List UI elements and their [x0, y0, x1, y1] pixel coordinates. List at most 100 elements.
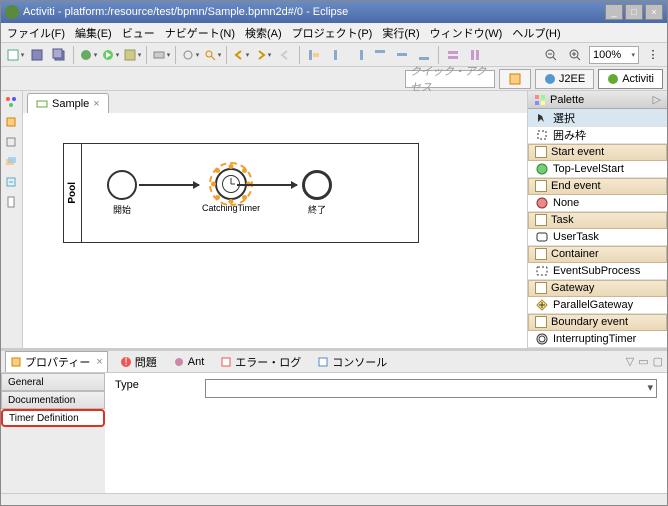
maximize-view-icon[interactable]: ▢: [653, 355, 663, 368]
palette-event-subprocess[interactable]: EventSubProcess: [528, 263, 667, 280]
bottom-pane: プロパティー× !問題 Ant エラー・ログ コンソール ▽ ▭ ▢ Gener…: [1, 348, 667, 493]
align-left-button[interactable]: [304, 45, 324, 65]
sequence-flow-1[interactable]: [139, 184, 199, 186]
tool-select-icon[interactable]: [4, 95, 20, 111]
maximize-button[interactable]: □: [625, 4, 643, 20]
palette-cat-start[interactable]: Start event: [528, 144, 667, 161]
minimize-button[interactable]: _: [605, 4, 623, 20]
close-button[interactable]: ×: [645, 4, 663, 20]
menu-project[interactable]: プロジェクト(P): [292, 25, 373, 41]
zoom-in-button[interactable]: [565, 45, 585, 65]
palette-cat-gateway[interactable]: Gateway: [528, 280, 667, 297]
palette-select-tool[interactable]: 選択: [528, 109, 667, 126]
tool-navigator-icon[interactable]: [4, 175, 20, 191]
toolbar: ▾ ▾ ▾ ▾ ▾ ▾ ▾ ▾ ▾ 100%▾ ⋮: [1, 43, 667, 67]
palette-user-task[interactable]: UserTask: [528, 229, 667, 246]
nav-last-button[interactable]: [275, 45, 295, 65]
editor-area: Sample × Pool 開始: [23, 91, 527, 348]
palette-cat-container[interactable]: Container: [528, 246, 667, 263]
tool-outline-icon[interactable]: [4, 135, 20, 151]
perspective-activiti[interactable]: Activiti: [598, 69, 663, 89]
bpmn-pool[interactable]: Pool 開始: [63, 143, 419, 243]
menu-edit[interactable]: 編集(E): [75, 25, 112, 41]
tab-errorlog[interactable]: エラー・ログ: [216, 352, 305, 372]
property-tab-general[interactable]: General: [1, 373, 105, 391]
svg-text:!: !: [124, 356, 127, 368]
end-event-node[interactable]: 終了: [302, 170, 332, 216]
type-label: Type: [115, 379, 175, 391]
palette: Palette ▷ 選択 囲み枠 Start event Top-LevelSt…: [527, 91, 667, 348]
palette-interrupting-timer[interactable]: InterruptingTimer: [528, 331, 667, 348]
tab-ant[interactable]: Ant: [169, 354, 209, 370]
palette-header[interactable]: Palette ▷: [528, 91, 667, 109]
tool-palette-icon[interactable]: [4, 115, 20, 131]
tab-problems[interactable]: !問題: [116, 352, 161, 372]
align-top-button[interactable]: [370, 45, 390, 65]
left-toolbar: [1, 91, 23, 348]
menu-file[interactable]: ファイル(F): [7, 25, 65, 41]
catching-timer-node[interactable]: CatchingTimer: [202, 168, 260, 213]
tab-properties[interactable]: プロパティー×: [5, 351, 108, 372]
palette-icon: [534, 94, 546, 106]
tool-tasks-icon[interactable]: [4, 195, 20, 211]
tab-console[interactable]: コンソール: [313, 352, 391, 372]
zoom-combo[interactable]: 100%▾: [589, 46, 639, 64]
nav-forward-button[interactable]: ▾: [253, 45, 273, 65]
start-event-label: 開始: [107, 203, 137, 216]
run-ext-button[interactable]: ▾: [122, 45, 142, 65]
properties-content: General Documentation Timer Definition T…: [1, 373, 667, 493]
save-button[interactable]: [27, 45, 47, 65]
palette-cat-end[interactable]: End event: [528, 178, 667, 195]
menu-window[interactable]: ウィンドウ(W): [430, 25, 503, 41]
window-title: Activiti - platform:/resource/test/bpmn/…: [23, 6, 605, 18]
property-tab-documentation[interactable]: Documentation: [1, 391, 105, 409]
new-server-button[interactable]: ▾: [151, 45, 171, 65]
run-button[interactable]: ▾: [100, 45, 120, 65]
property-tab-timer-definition[interactable]: Timer Definition: [1, 409, 105, 427]
menu-search[interactable]: 検索(A): [245, 25, 282, 41]
align-middle-button[interactable]: [392, 45, 412, 65]
minimize-view-icon[interactable]: ▭: [638, 355, 648, 368]
menu-run[interactable]: 実行(R): [382, 25, 419, 41]
align-center-h-button[interactable]: [326, 45, 346, 65]
start-event-node[interactable]: 開始: [107, 170, 137, 216]
perspective-j2ee[interactable]: J2EE: [535, 69, 594, 89]
open-perspective-button[interactable]: [499, 69, 531, 89]
folder-icon: [535, 248, 547, 260]
menu-help[interactable]: ヘルプ(H): [512, 25, 560, 41]
toolbar-menu-button[interactable]: ⋮: [643, 45, 663, 65]
zoom-out-button[interactable]: [541, 45, 561, 65]
zoom-value: 100%: [593, 49, 621, 61]
palette-cat-task[interactable]: Task: [528, 212, 667, 229]
type-combobox[interactable]: [205, 379, 657, 398]
match-height-button[interactable]: [465, 45, 485, 65]
palette-parallel-gateway[interactable]: ParallelGateway: [528, 297, 667, 314]
diagram-canvas[interactable]: Pool 開始: [23, 113, 527, 348]
menu-view[interactable]: ビュー: [122, 25, 155, 41]
palette-marquee-tool[interactable]: 囲み枠: [528, 127, 667, 144]
folder-icon: [535, 316, 547, 328]
sequence-flow-2[interactable]: [237, 184, 297, 186]
palette-top-level-start[interactable]: Top-LevelStart: [528, 161, 667, 178]
editor-tab-sample[interactable]: Sample ×: [27, 93, 109, 113]
palette-cat-boundary[interactable]: Boundary event: [528, 314, 667, 331]
palette-title: Palette: [550, 94, 584, 106]
nav-back-button[interactable]: ▾: [231, 45, 251, 65]
debug-button[interactable]: ▾: [78, 45, 98, 65]
palette-none-end[interactable]: None: [528, 195, 667, 212]
save-all-button[interactable]: [49, 45, 69, 65]
folder-icon: [535, 180, 547, 192]
editor-tab-close[interactable]: ×: [93, 98, 99, 110]
view-menu-icon[interactable]: ▽: [626, 355, 634, 368]
match-width-button[interactable]: [443, 45, 463, 65]
menu-navigate[interactable]: ナビゲート(N): [165, 25, 235, 41]
open-type-button[interactable]: ▾: [180, 45, 200, 65]
align-right-button[interactable]: [348, 45, 368, 65]
menubar: ファイル(F) 編集(E) ビュー ナビゲート(N) 検索(A) プロジェクト(…: [1, 23, 667, 43]
quick-access-input[interactable]: クイック・アクセス: [405, 70, 495, 88]
align-bottom-button[interactable]: [414, 45, 434, 65]
tool-layers-icon[interactable]: [4, 155, 20, 171]
new-button[interactable]: ▾: [5, 45, 25, 65]
search-button[interactable]: ▾: [202, 45, 222, 65]
collapse-icon[interactable]: ▷: [653, 93, 661, 106]
